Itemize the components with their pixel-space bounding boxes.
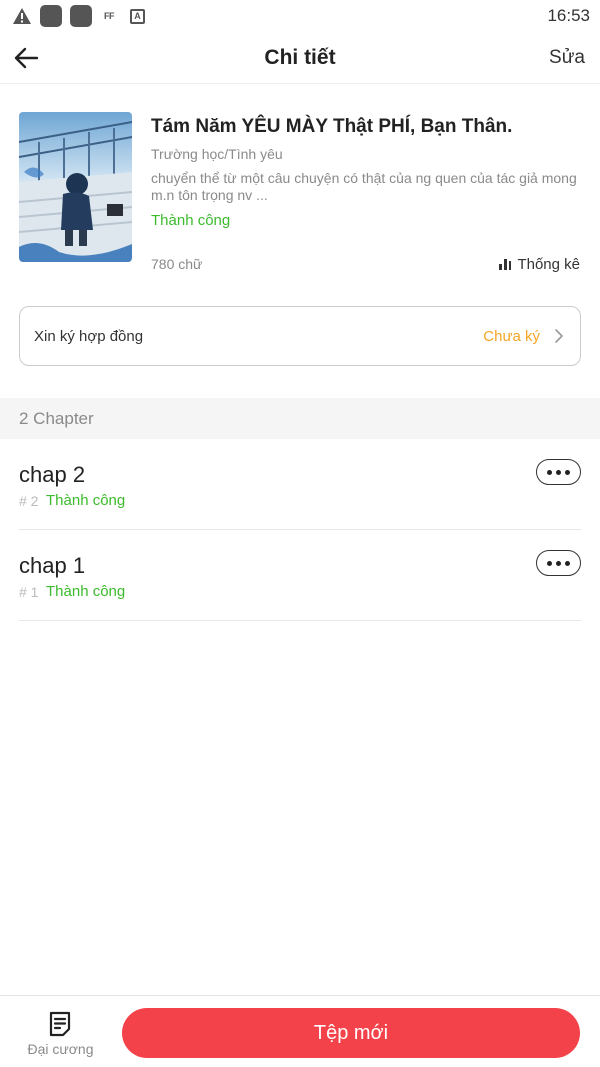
chapter-number: # 1 (19, 584, 39, 600)
more-options-button[interactable] (536, 550, 581, 576)
status-bar: FF A 16:53 (0, 0, 600, 32)
outline-button[interactable]: Đại cương (18, 1008, 103, 1060)
new-file-button[interactable]: Tệp mới (122, 1008, 580, 1058)
book-title: Tám Năm YÊU MÀY Thật PHÍ, Bạn Thân. (151, 116, 513, 137)
chapter-number: # 2 (19, 493, 39, 509)
contract-label: Xin ký hợp đồng (34, 328, 144, 345)
chapter-status: Thành công (46, 492, 126, 509)
status-time: 16:53 (547, 6, 590, 25)
bottom-action-bar: Đại cương Tệp mới (0, 995, 600, 1067)
contract-status: Chưa ký (483, 328, 540, 345)
arrow-left-icon[interactable] (12, 44, 40, 72)
chevron-right-icon (555, 329, 563, 343)
dot-icon (565, 560, 570, 566)
chapter-row[interactable]: chap 1 # 1 Thành công (19, 530, 581, 621)
chapter-row[interactable]: chap 2 # 2 Thành công (19, 439, 581, 530)
dot-icon (556, 560, 561, 566)
book-description: chuyển thể từ một câu chuyện có thật của… (151, 170, 577, 203)
outline-label: Đại cương (27, 1041, 94, 1057)
top-app-bar: Chi tiết Sửa (0, 32, 600, 84)
document-outline-icon (49, 1011, 71, 1037)
statistics-label: Thống kê (517, 256, 580, 273)
book-genre: Trường học/Tình yêu (151, 146, 283, 162)
app-square-icon (40, 5, 62, 27)
dot-icon (556, 469, 561, 475)
warning-icon (13, 8, 31, 24)
chapter-title: chap 1 (19, 553, 86, 578)
contract-row[interactable]: Xin ký hợp đồng Chưa ký (19, 306, 581, 366)
book-status: Thành công (151, 212, 231, 229)
dot-icon (547, 469, 552, 475)
chapters-section-header: 2 Chapter (0, 398, 600, 439)
dot-icon (565, 469, 570, 475)
ff-icon: FF (104, 11, 115, 21)
bar-chart-icon (499, 259, 512, 270)
chapter-title: chap 2 (19, 462, 86, 487)
status-icons: FF A (12, 5, 145, 27)
edit-button[interactable]: Sửa (549, 47, 585, 69)
more-options-button[interactable] (536, 459, 581, 485)
word-count: 780 chữ (151, 256, 203, 272)
statistics-button[interactable]: Thống kê (499, 256, 580, 273)
app-square-icon (70, 5, 92, 27)
dot-icon (547, 560, 552, 566)
chapters-count: 2 Chapter (19, 409, 94, 428)
book-cover-image[interactable] (19, 112, 132, 262)
chapter-status: Thành công (46, 583, 126, 600)
page-title: Chi tiết (264, 46, 336, 69)
font-a-icon: A (130, 8, 145, 24)
